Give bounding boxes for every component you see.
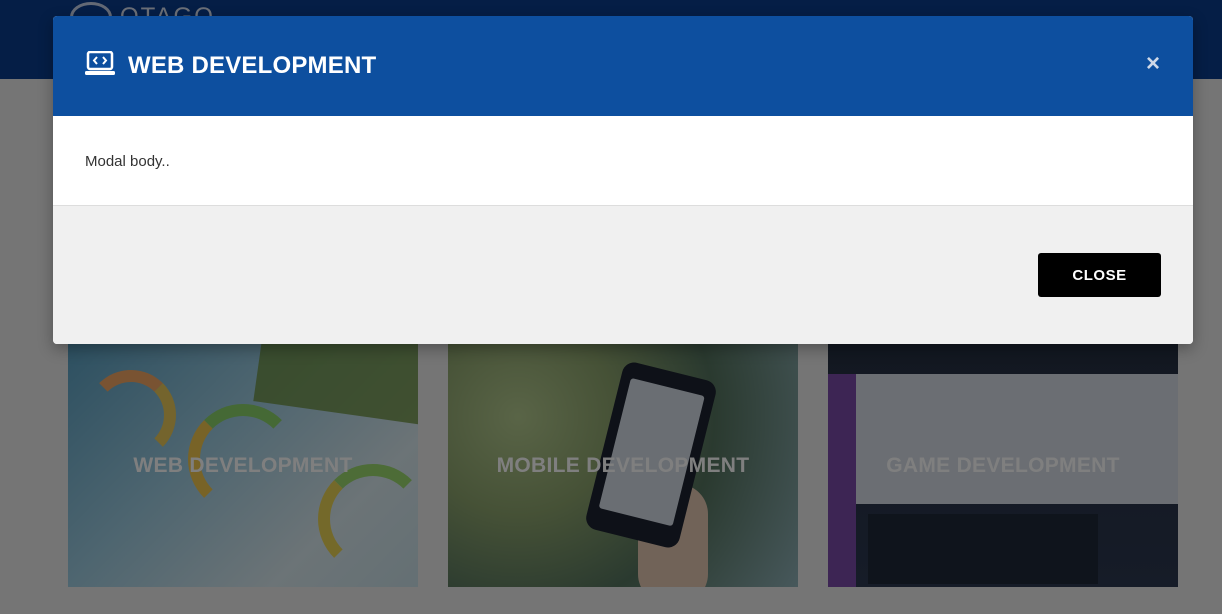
modal-title: WEB DEVELOPMENT bbox=[128, 52, 377, 79]
modal-body-text: Modal body.. bbox=[85, 153, 170, 170]
laptop-code-icon bbox=[85, 50, 115, 82]
modal-body: Modal body.. bbox=[53, 116, 1193, 206]
modal-header: WEB DEVELOPMENT × bbox=[53, 16, 1193, 116]
modal-dialog: WEB DEVELOPMENT × Modal body.. CLOSE bbox=[53, 16, 1193, 344]
close-icon[interactable]: × bbox=[1146, 52, 1160, 76]
modal-title-group: WEB DEVELOPMENT bbox=[85, 50, 377, 82]
modal-footer: CLOSE bbox=[53, 206, 1193, 344]
close-button[interactable]: CLOSE bbox=[1038, 253, 1161, 297]
